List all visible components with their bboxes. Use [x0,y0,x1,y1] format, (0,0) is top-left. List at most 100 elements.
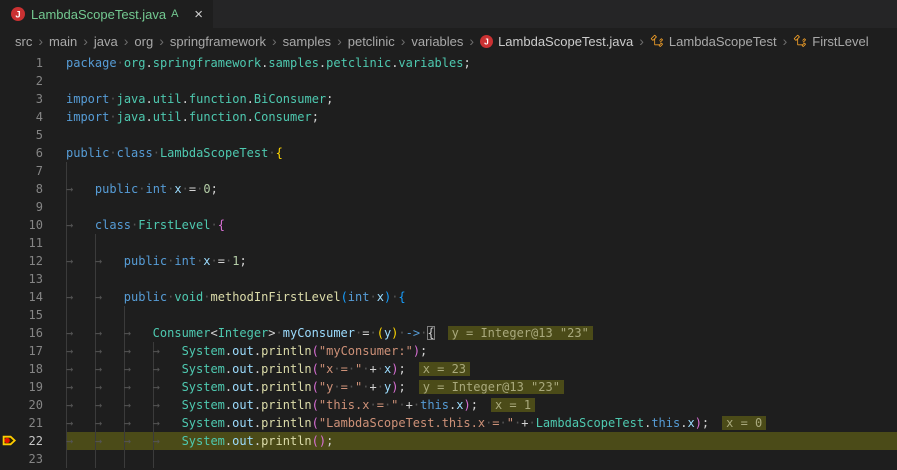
code-line[interactable]: 8→public·int·x·=·0; [0,180,897,198]
code-token: println [261,344,312,358]
line-number[interactable]: 2 [0,72,66,90]
code-line-content[interactable]: →→→→System.out.println("this.x·=·"·+·thi… [66,396,897,414]
code-line[interactable]: 21→→→→System.out.println("LambdaScopeTes… [0,414,897,432]
code-token: . [254,344,261,358]
code-token: ; [702,416,709,430]
code-token: = [341,380,348,394]
line-number[interactable]: 11 [0,234,66,252]
breadcrumb-item[interactable]: main [49,34,77,49]
breadcrumb-item[interactable]: variables [411,34,463,49]
line-number[interactable]: 9 [0,198,66,216]
line-number[interactable]: 21 [0,414,66,432]
code-token: Integer [218,326,269,340]
breadcrumb-label: src [15,34,32,49]
line-number[interactable]: 8 [0,180,66,198]
code-line[interactable]: 5 [0,126,897,144]
code-line[interactable]: 4import·java.util.function.Consumer; [0,108,897,126]
line-number[interactable]: 13 [0,270,66,288]
code-line-content[interactable] [66,234,897,252]
code-line[interactable]: 7 [0,162,897,180]
code-line-content[interactable]: import·java.util.function.BiConsumer; [66,90,897,108]
indent-guide [153,450,154,468]
code-line-content[interactable] [66,72,897,90]
code-line[interactable]: 6public·class·LambdaScopeTest·{ [0,144,897,162]
code-line[interactable]: 17→→→→System.out.println("myConsumer:"); [0,342,897,360]
line-number[interactable]: 4 [0,108,66,126]
code-line[interactable]: 19→→→→System.out.println("y·=·"·+·y);y =… [0,378,897,396]
line-number[interactable]: 18 [0,360,66,378]
tab-lambdascopetest[interactable]: J LambdaScopeTest.java A × [0,0,213,28]
code-line[interactable]: 10→class·FirstLevel·{ [0,216,897,234]
code-line-content[interactable]: →→public·void·methodInFirstLevel(int·x)·… [66,288,897,306]
line-number[interactable]: 23 [0,450,66,468]
line-number[interactable]: 3 [0,90,66,108]
code-line-content[interactable] [66,162,897,180]
code-line-content[interactable]: import·java.util.function.Consumer; [66,108,897,126]
line-number[interactable]: 16 [0,324,66,342]
breadcrumb-separator-icon: › [83,34,88,48]
code-line-content[interactable]: package·org.springframework.samples.petc… [66,54,897,72]
code-token: · [333,362,340,376]
code-line-content[interactable]: →→→→System.out.println("x·=·"·+·x);x = 2… [66,360,897,378]
line-number[interactable]: 19 [0,378,66,396]
close-icon[interactable]: × [194,7,203,22]
code-line-content[interactable] [66,270,897,288]
code-line[interactable]: 16→→→Consumer<Integer>·myConsumer·=·(y)·… [0,324,897,342]
code-line[interactable]: 14→→public·void·methodInFirstLevel(int·x… [0,288,897,306]
code-line-content[interactable] [66,450,897,468]
code-line[interactable]: 1package·org.springframework.samples.pet… [0,54,897,72]
breadcrumb-item[interactable]: springframework [170,34,266,49]
code-line[interactable]: 11 [0,234,897,252]
line-number[interactable]: 20 [0,396,66,414]
code-line-content[interactable]: →class·FirstLevel·{ [66,216,897,234]
line-number[interactable]: 15 [0,306,66,324]
code-line[interactable]: 18→→→→System.out.println("x·=·"·+·x);x =… [0,360,897,378]
breadcrumb-item[interactable]: petclinic [348,34,395,49]
editor-tab-bar: J LambdaScopeTest.java A × [0,0,897,28]
code-line-content[interactable] [66,126,897,144]
indent-guide [66,198,67,216]
code-token: int [348,290,370,304]
line-number[interactable]: 17 [0,342,66,360]
code-line-content[interactable]: public·class·LambdaScopeTest·{ [66,144,897,162]
breadcrumb-item[interactable]: samples [283,34,331,49]
line-number[interactable]: 12 [0,252,66,270]
indent-guide [66,162,67,180]
code-line-content[interactable]: →→→→System.out.println("y·=·"·+·y);y = I… [66,378,897,396]
code-line[interactable]: 20→→→→System.out.println("this.x·=·"·+·t… [0,396,897,414]
code-line[interactable]: 15 [0,306,897,324]
code-token: · [109,92,116,106]
code-line[interactable]: 22→→→→System.out.println(); [0,432,897,450]
code-line-content[interactable] [66,198,897,216]
line-number[interactable]: 5 [0,126,66,144]
breadcrumb-item[interactable]: java [94,34,118,49]
code-token: . [254,380,261,394]
code-token: println [261,398,312,412]
code-token: · [203,290,210,304]
code-line[interactable]: 3import·java.util.function.BiConsumer; [0,90,897,108]
breadcrumb-item[interactable]: JLambdaScopeTest.java [480,34,633,49]
breadcrumb-label: variables [411,34,463,49]
line-number[interactable]: 10 [0,216,66,234]
line-number[interactable]: 7 [0,162,66,180]
code-line-content[interactable]: →→→→System.out.println("myConsumer:"); [66,342,897,360]
code-line[interactable]: 13 [0,270,897,288]
code-line-content[interactable]: →→→Consumer<Integer>·myConsumer·=·(y)·->… [66,324,897,342]
breadcrumb-item[interactable]: src [15,34,32,49]
code-line-content[interactable]: →→→→System.out.println("LambdaScopeTest.… [66,414,897,432]
breadcrumb-item[interactable]: org [134,34,153,49]
code-line[interactable]: 23 [0,450,897,468]
code-line[interactable]: 9 [0,198,897,216]
line-number[interactable]: 6 [0,144,66,162]
breadcrumb-item[interactable]: FirstLevel [793,34,868,49]
code-line-content[interactable]: →public·int·x·=·0; [66,180,897,198]
code-line-content[interactable] [66,306,897,324]
code-line-content[interactable]: →→public·int·x·=·1; [66,252,897,270]
line-number[interactable]: 1 [0,54,66,72]
breadcrumb-item[interactable]: LambdaScopeTest [650,34,777,49]
code-line[interactable]: 2 [0,72,897,90]
line-number[interactable]: 22 [0,432,66,450]
code-line-content[interactable]: →→→→System.out.println(); [66,432,897,450]
code-line[interactable]: 12→→public·int·x·=·1; [0,252,897,270]
line-number[interactable]: 14 [0,288,66,306]
